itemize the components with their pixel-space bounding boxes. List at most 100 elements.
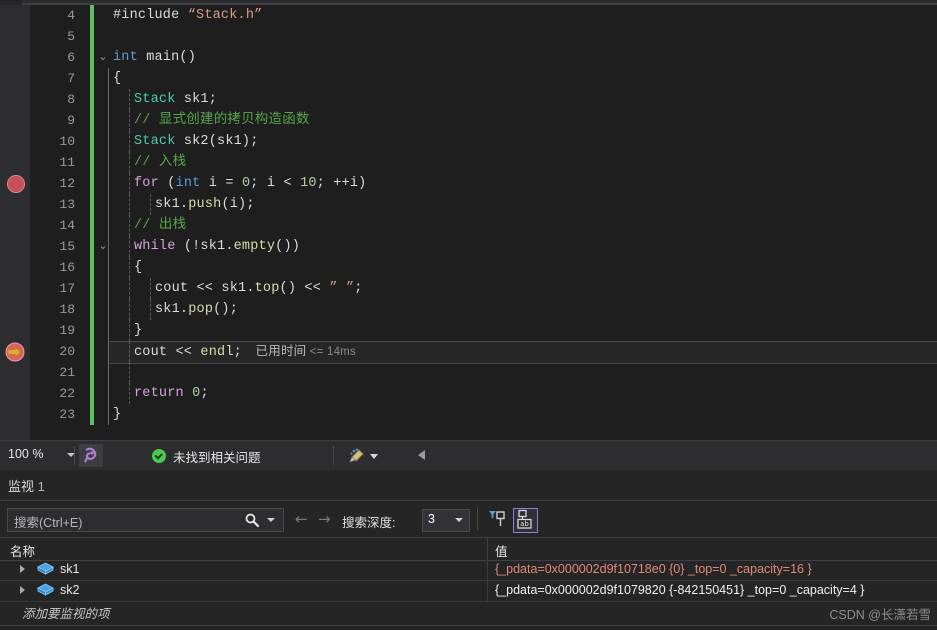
- status-divider-1: [74, 446, 75, 465]
- indent-guide: [129, 152, 130, 173]
- code-text[interactable]: }: [113, 404, 937, 425]
- code-text[interactable]: int main(): [113, 47, 937, 68]
- current-statement-arrow-icon[interactable]: [4, 342, 26, 362]
- code-line[interactable]: 16 {: [30, 257, 937, 278]
- code-line[interactable]: 7{: [30, 68, 937, 89]
- watch-row[interactable]: sk2 {_pdata=0x000002d9f1079820 {-84215045…: [0, 580, 937, 602]
- code-line[interactable]: 17 cout << sk1.top() << ” ”;: [30, 278, 937, 299]
- watch-variable-name[interactable]: sk2: [60, 583, 79, 597]
- code-line[interactable]: 5: [30, 26, 937, 47]
- code-text[interactable]: Stack sk1;: [134, 89, 937, 110]
- brush-dropdown-caret-icon[interactable]: [370, 454, 378, 459]
- code-text[interactable]: Stack sk2(sk1);: [134, 131, 937, 152]
- status-message: 未找到相关问题: [173, 451, 261, 465]
- code-line[interactable]: 6 ⌄ int main(): [30, 47, 937, 68]
- indent-guide: [129, 320, 130, 341]
- watch-variable-value[interactable]: {_pdata=0x000002d9f1079820 {-842150451} …: [495, 583, 864, 597]
- elapsed-time-annotation: 已用时间 <= 14ms: [242, 344, 356, 358]
- code-line[interactable]: 23}: [30, 404, 937, 425]
- code-line[interactable]: 19}: [30, 320, 937, 341]
- search-depth-caret-icon[interactable]: [455, 518, 463, 522]
- indent-guide: [129, 89, 130, 110]
- search-icon[interactable]: [245, 513, 260, 528]
- code-text[interactable]: sk1.push(i);: [155, 194, 937, 215]
- code-text[interactable]: #include “Stack.h”: [113, 5, 937, 26]
- expand-chevron-right-icon[interactable]: [20, 565, 25, 573]
- code-editor[interactable]: 4 #include “Stack.h” 5 6 ⌄ int main() 7{8 Stack…: [0, 5, 937, 440]
- code-token: ();: [213, 302, 239, 317]
- intellisense-icon[interactable]: [79, 444, 103, 467]
- search-depth-select[interactable]: 3: [422, 509, 470, 532]
- scope-guide-line: [108, 362, 109, 383]
- pin-ab-icon[interactable]: ab: [513, 508, 538, 533]
- watch-row[interactable]: sk1 {_pdata=0x000002d9f10718e0 {0} _top=0…: [0, 559, 937, 581]
- code-text[interactable]: return 0;: [134, 383, 937, 404]
- brush-icon[interactable]: [348, 448, 365, 464]
- code-lines-container[interactable]: 4 #include “Stack.h” 5 6 ⌄ int main() 7{8 Stack…: [30, 5, 937, 440]
- code-line[interactable]: 12 for (int i = 0; i < 10; ++i): [30, 173, 937, 194]
- indent-guide: [150, 278, 151, 299]
- code-line[interactable]: 18 sk1.pop();: [30, 299, 937, 320]
- code-token: int: [113, 50, 138, 65]
- watch-title-number: 1: [37, 479, 45, 494]
- code-text[interactable]: cout << endl; 已用时间 <= 14ms: [134, 341, 937, 363]
- code-token: Stack: [134, 134, 176, 149]
- code-line[interactable]: 4 #include “Stack.h”: [30, 5, 937, 26]
- code-text[interactable]: cout << sk1.top() << ” ”;: [155, 278, 937, 299]
- code-token: sk1;: [175, 92, 218, 107]
- code-text[interactable]: {: [134, 257, 937, 278]
- search-next-button[interactable]: →: [318, 511, 331, 527]
- add-watch-item-row[interactable]: 添加要监视的项: [0, 601, 937, 621]
- code-token: cout <<: [134, 345, 201, 360]
- collapse-left-triangle-icon[interactable]: [418, 450, 425, 460]
- column-header-divider[interactable]: [487, 538, 488, 560]
- search-input[interactable]: 搜索(Ctrl+E): [7, 508, 284, 532]
- code-line[interactable]: 8 Stack sk1;: [30, 89, 937, 110]
- code-text[interactable]: sk1.pop();: [155, 299, 937, 320]
- search-prev-button[interactable]: ←: [295, 511, 308, 527]
- code-text[interactable]: {: [113, 68, 937, 89]
- code-line[interactable]: 20 cout << endl; 已用时间 <= 14ms: [30, 341, 937, 364]
- watch-variable-value[interactable]: {_pdata=0x000002d9f10718e0 {0} _top=0 _c…: [495, 562, 812, 576]
- code-text[interactable]: // 出栈: [134, 215, 937, 236]
- code-line[interactable]: 11 // 入栈: [30, 152, 937, 173]
- code-line[interactable]: 22 return 0;: [30, 383, 937, 404]
- fold-chevron-down-icon[interactable]: ⌄: [96, 47, 110, 68]
- filter-pin-icon[interactable]: [487, 509, 507, 529]
- code-token: ()): [275, 239, 301, 254]
- scope-guide-line: [108, 320, 109, 341]
- line-number: 12: [59, 176, 75, 191]
- code-text[interactable]: while (!sk1.empty()): [134, 236, 937, 257]
- search-depth-label: 搜索深度:: [342, 516, 396, 530]
- code-token: }: [134, 323, 143, 338]
- watch-variable-name[interactable]: sk1: [60, 562, 79, 576]
- code-line[interactable]: 9 // 显式创建的拷贝构造函数: [30, 110, 937, 131]
- column-header-name: 名称: [10, 545, 36, 559]
- scope-guide-line: [108, 194, 109, 215]
- code-token: i =: [200, 176, 242, 191]
- code-line[interactable]: 14 // 出栈: [30, 215, 937, 236]
- code-token: // 显式创建的拷贝构造函数: [134, 113, 310, 128]
- expand-chevron-right-icon[interactable]: [20, 586, 25, 594]
- code-line[interactable]: 13 sk1.push(i);: [30, 194, 937, 215]
- code-text[interactable]: }: [134, 320, 937, 341]
- code-text[interactable]: // 入栈: [134, 152, 937, 173]
- code-token: ” ”: [329, 281, 355, 296]
- scope-guide-line: [108, 383, 109, 404]
- scope-guide-line: [108, 68, 109, 89]
- zoom-level-label[interactable]: 100 %: [8, 447, 43, 461]
- change-indicator-bar: [90, 299, 94, 320]
- change-indicator-bar: [90, 278, 94, 299]
- line-number: 6: [67, 50, 75, 65]
- breakpoint-gutter[interactable]: [0, 5, 30, 440]
- code-line[interactable]: 21: [30, 362, 937, 383]
- code-line[interactable]: 15 ⌄ while (!sk1.empty()): [30, 236, 937, 257]
- indent-guide: [129, 299, 130, 320]
- breakpoint-icon[interactable]: [7, 175, 25, 193]
- code-text[interactable]: for (int i = 0; i < 10; ++i): [134, 173, 937, 194]
- code-text[interactable]: // 显式创建的拷贝构造函数: [134, 110, 937, 131]
- elapsed-time-label: 已用时间: [255, 344, 307, 358]
- change-indicator-bar: [90, 5, 94, 26]
- search-options-caret-icon[interactable]: [267, 518, 275, 522]
- code-line[interactable]: 10 Stack sk2(sk1);: [30, 131, 937, 152]
